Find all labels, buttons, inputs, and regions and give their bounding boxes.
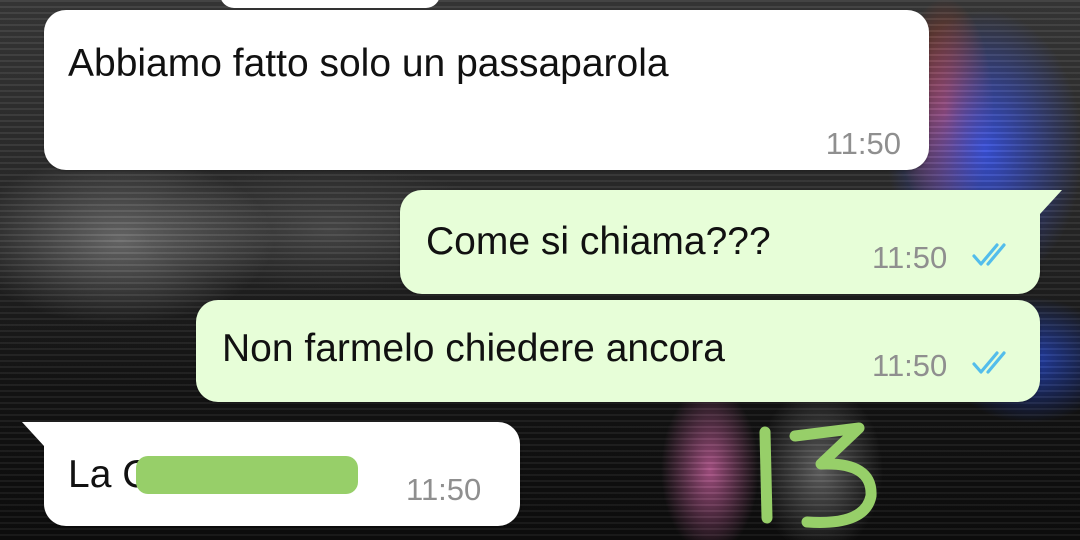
handwritten-number-annotation <box>759 422 877 528</box>
message-bubble-incoming[interactable]: La C 11:50 <box>44 422 520 526</box>
message-text: Non farmelo chiedere ancora <box>222 327 725 370</box>
bubble-tail <box>22 422 44 446</box>
message-time: 11:50 <box>872 240 948 275</box>
double-check-icon <box>972 351 1006 374</box>
message-bubble-incoming[interactable]: Abbiamo fatto solo un passaparola 11:50 <box>44 10 929 170</box>
message-bubble-outgoing[interactable]: Come si chiama??? 11:50 <box>400 190 1040 294</box>
message-text: Abbiamo fatto solo un passaparola <box>68 42 669 85</box>
message-time: 11:50 <box>406 472 482 507</box>
message-time: 11:50 <box>825 126 901 161</box>
message-bubble-outgoing[interactable]: Non farmelo chiedere ancora 11:50 <box>196 300 1040 402</box>
redaction-mark <box>136 456 358 494</box>
previous-message-bubble-partial[interactable] <box>220 0 440 8</box>
double-check-icon <box>972 243 1006 266</box>
message-time: 11:50 <box>872 348 948 383</box>
bubble-tail <box>1040 190 1062 214</box>
message-text: Come si chiama??? <box>426 220 771 263</box>
